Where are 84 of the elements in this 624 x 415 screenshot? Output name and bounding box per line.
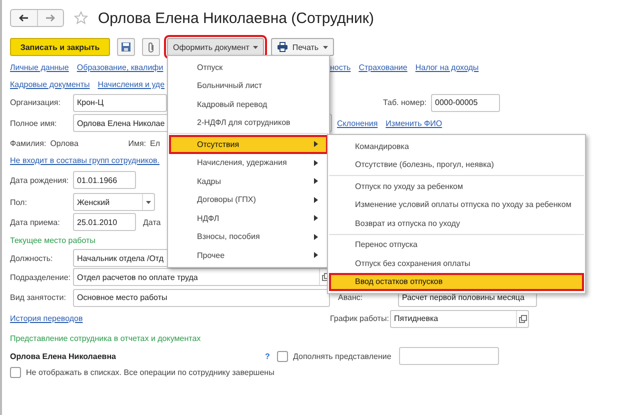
section-link[interactable]: ность: [330, 63, 351, 72]
first-name-value: Ел: [150, 139, 160, 148]
back-arrow-icon: [18, 14, 29, 22]
caret-icon: [253, 46, 258, 48]
star-icon[interactable]: [74, 11, 88, 25]
section-link[interactable]: Личные данные: [10, 63, 69, 72]
field-label: График работы:: [330, 314, 390, 323]
menu-item[interactable]: Начисления, удержания: [169, 154, 328, 172]
menu-item[interactable]: 2-НДФЛ для сотрудников: [169, 114, 328, 132]
menu-item[interactable]: Договоры (ГПХ): [169, 190, 328, 209]
field-label: Пол:: [10, 198, 28, 206]
caret-icon: [146, 200, 151, 204]
gender-select[interactable]: Женский: [73, 193, 155, 211]
employee-presentation: Орлова Елена Николаевна: [10, 352, 117, 360]
menu-item[interactable]: Кадры: [169, 172, 328, 190]
menu-item[interactable]: Прочее: [169, 246, 328, 264]
submenu-arrow-icon: [314, 141, 318, 148]
section-heading: Представление сотрудника в отчетах и документах: [10, 334, 201, 343]
section-link[interactable]: Кадровые документы: [10, 80, 90, 89]
field-label: Дата рождения:: [10, 176, 70, 184]
menu-item[interactable]: Перенос отпуска: [329, 236, 584, 254]
print-button[interactable]: Печать: [271, 38, 334, 56]
checkbox-label: Не отображать в списках. Все операции по сотруднику завершены: [26, 368, 274, 376]
submenu-arrow-icon: [314, 234, 318, 240]
menu-item[interactable]: Командировка: [329, 137, 584, 156]
menu-item[interactable]: Возврат из отпуска по уходу: [329, 214, 584, 232]
field-label: Полное имя:: [10, 118, 58, 128]
field-label: Подразделение:: [10, 272, 72, 282]
menu-item[interactable]: Отпуск: [169, 58, 328, 76]
menu-item[interactable]: Взносы, пособия: [169, 228, 328, 246]
name-link[interactable]: Склонения: [337, 118, 378, 128]
menu-item[interactable]: НДФЛ: [169, 209, 328, 228]
tab-number-field[interactable]: 0000-00005: [431, 94, 500, 112]
window-title: Орлова Елена Николаевна (Сотрудник): [98, 10, 374, 26]
field-label: Таб. номер:: [383, 98, 428, 107]
section-link[interactable]: Образование, квалифи: [76, 63, 164, 72]
field-label: Дата: [143, 218, 161, 226]
submenu-arrow-icon: [314, 196, 318, 203]
field-label: Организация:: [10, 98, 62, 107]
menu-item[interactable]: Больничный лист: [169, 76, 328, 95]
attach-button[interactable]: [142, 38, 160, 56]
hire-date-field[interactable]: 25.01.2010: [73, 213, 136, 231]
submenu-arrow-icon: [314, 160, 318, 166]
save-and-close-button[interactable]: Записать и закрыть: [10, 38, 110, 56]
submenu-arrow-icon: [314, 178, 318, 184]
submenu-arrow-icon: [314, 215, 318, 222]
submenu-arrow-icon: [314, 252, 318, 258]
forward-arrow-icon: [45, 14, 56, 22]
menu-item[interactable]: Изменение условий оплаты отпуска по уходу за ребенком: [329, 196, 584, 214]
section-link[interactable]: Страхование: [358, 63, 408, 72]
field-label: Должность:: [10, 254, 54, 262]
section-heading: Текущее место работы: [10, 236, 96, 245]
checkbox[interactable]: [277, 350, 288, 362]
menu-item[interactable]: Отсутствия: [169, 135, 328, 154]
help-link[interactable]: ?: [265, 352, 277, 360]
field-label: Вид занятости:: [10, 293, 67, 302]
presentation-field[interactable]: [399, 347, 499, 365]
section-link[interactable]: Начисления и уде: [98, 80, 165, 89]
surname-value: Орлова: [50, 139, 80, 148]
field-label: Фамилия:: [10, 139, 46, 148]
open-icon[interactable]: [518, 314, 526, 322]
field-label: Имя:: [128, 139, 146, 148]
birth-date-field[interactable]: 01.01.1966: [73, 171, 136, 189]
menu-item[interactable]: Отсутствие (болезнь, прогул, неявка): [329, 156, 584, 174]
menu-item[interactable]: Отпуск без сохранения оплаты: [329, 254, 584, 272]
name-link[interactable]: Изменить ФИО: [386, 118, 442, 128]
save-button[interactable]: [117, 38, 135, 56]
section-link[interactable]: Налог на доходы: [415, 63, 479, 72]
organization-field[interactable]: Крон-Ц: [73, 94, 167, 112]
groups-link[interactable]: Не входит в составы групп сотрудников.: [10, 156, 160, 165]
printer-icon: [277, 42, 288, 52]
create-document-button[interactable]: Оформить документ: [167, 38, 264, 56]
field-label: Аванс:: [338, 293, 364, 302]
schedule-field[interactable]: Пятидневка: [390, 310, 529, 328]
employment-field[interactable]: Основное место работы: [73, 288, 330, 306]
history-link[interactable]: История переводов: [10, 314, 330, 323]
menu-item[interactable]: Кадровый перевод: [169, 95, 328, 114]
menu-item[interactable]: Отпуск по уходу за ребенком: [329, 177, 584, 196]
paperclip-icon: [147, 42, 155, 52]
menu-item[interactable]: Ввод остатков отпусков: [329, 272, 584, 291]
field-label: Дата приема:: [10, 218, 61, 226]
caret-icon: [322, 46, 328, 48]
checkbox[interactable]: [10, 366, 21, 378]
checkbox-label: Дополнять представление: [293, 352, 392, 360]
